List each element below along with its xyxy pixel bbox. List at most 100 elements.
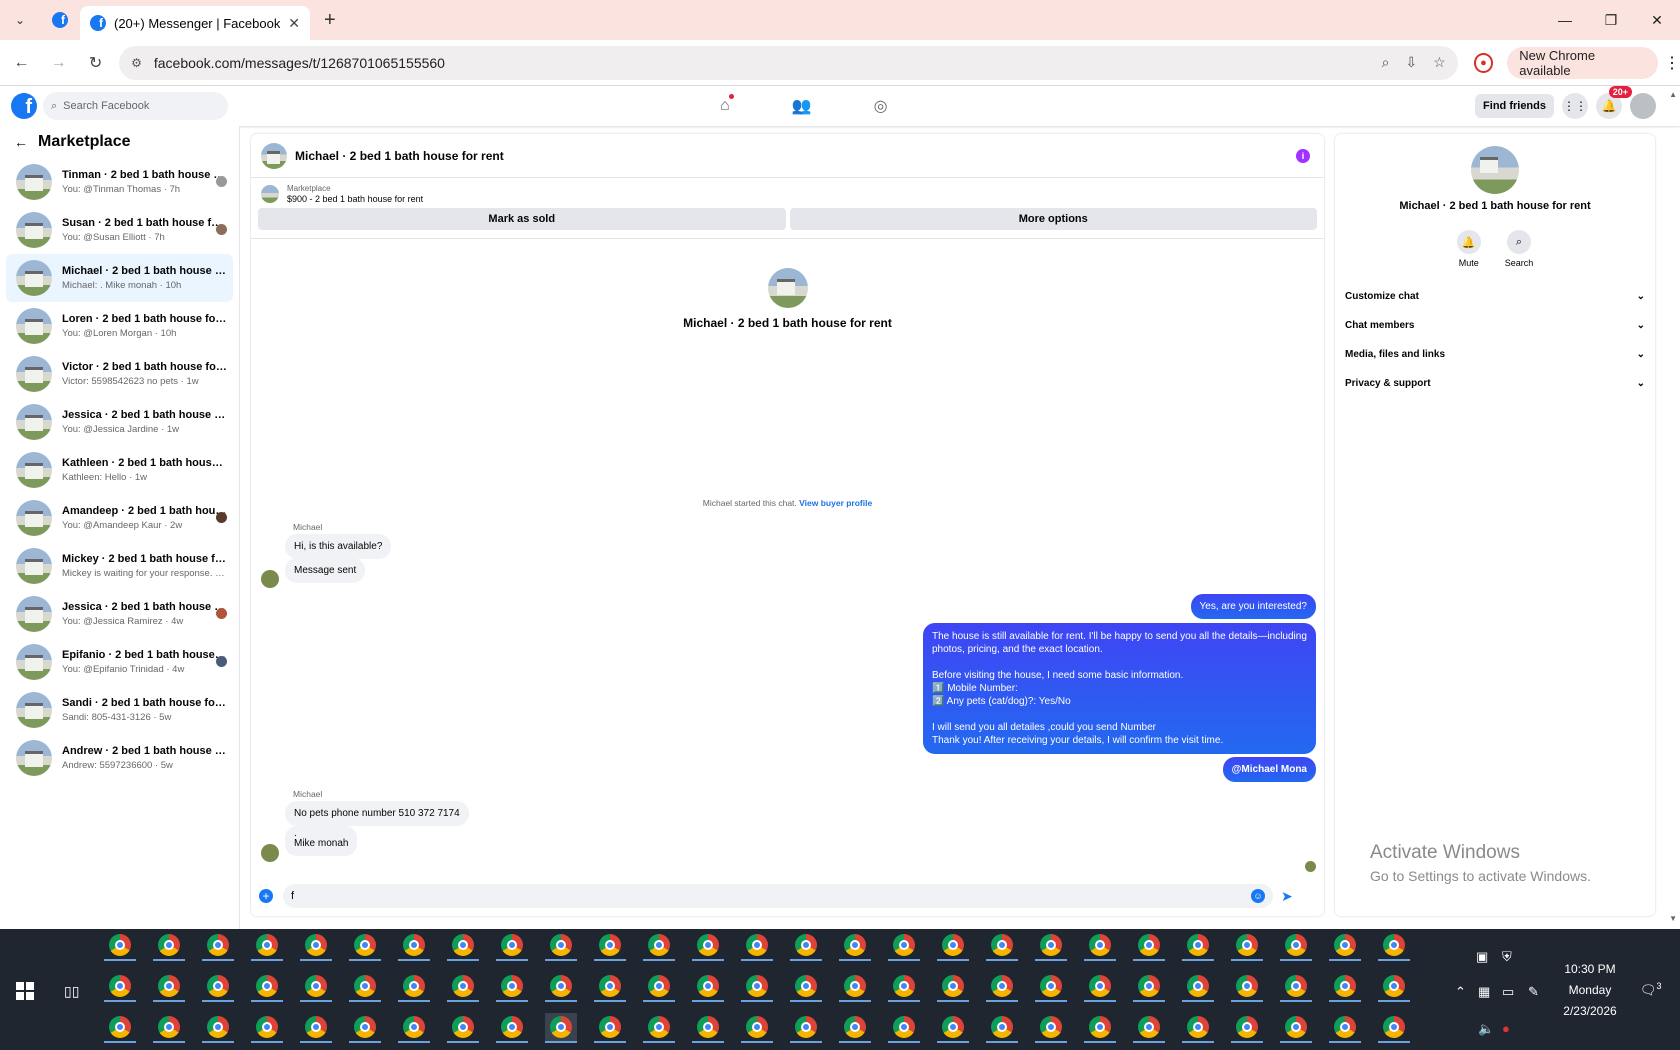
chrome-taskbar-icon[interactable] <box>202 1013 234 1043</box>
scroll-up-icon[interactable]: ▲ <box>1669 90 1677 99</box>
show-hidden-icons-icon[interactable]: ⌃ <box>1455 984 1466 1000</box>
chrome-taskbar-icon[interactable] <box>888 972 920 1002</box>
chrome-taskbar-icon[interactable] <box>300 1013 332 1043</box>
meet-now-icon[interactable]: ▣ <box>1476 949 1488 965</box>
chrome-taskbar-icon[interactable] <box>300 972 332 1002</box>
back-icon[interactable]: ← <box>6 54 37 72</box>
task-view-icon[interactable]: ▯▯ <box>64 983 79 1000</box>
chrome-taskbar-icon[interactable] <box>937 972 969 1002</box>
chrome-taskbar-icon[interactable] <box>643 1013 675 1043</box>
mute-button[interactable]: 🔔 Mute <box>1456 230 1481 268</box>
chrome-taskbar-icon[interactable] <box>447 1013 479 1043</box>
conversation-item[interactable]: Tinman · 2 bed 1 bath house for ... You: … <box>6 158 233 206</box>
find-friends-button[interactable]: Find friends <box>1475 94 1554 118</box>
chrome-menu-icon[interactable]: ⋮ <box>1664 53 1680 73</box>
chrome-taskbar-icon[interactable] <box>202 972 234 1002</box>
chrome-taskbar-icon[interactable] <box>202 931 234 961</box>
chrome-taskbar-icon[interactable] <box>104 1013 136 1043</box>
pen-icon[interactable]: ✎ <box>1528 984 1539 1000</box>
chrome-taskbar-icon[interactable] <box>888 1013 920 1043</box>
bookmark-star-icon[interactable]: ☆ <box>1433 54 1446 71</box>
notification-center-icon[interactable]: 🗨3 <box>1640 981 1662 998</box>
chrome-taskbar-icon[interactable] <box>1035 972 1067 1002</box>
forward-icon[interactable]: → <box>43 54 74 72</box>
chrome-taskbar-icon[interactable] <box>986 972 1018 1002</box>
profile-icon[interactable]: ● <box>1473 52 1494 73</box>
conversation-item[interactable]: Mickey · 2 bed 1 bath house for rent Mick… <box>6 542 233 590</box>
chrome-taskbar-icon[interactable] <box>104 972 136 1002</box>
close-tab-icon[interactable]: ✕ <box>288 15 300 32</box>
chrome-taskbar-icon[interactable] <box>251 972 283 1002</box>
chrome-taskbar-icon[interactable] <box>741 1013 773 1043</box>
conversation-item[interactable]: Andrew · 2 bed 1 bath house for re... And… <box>6 734 233 782</box>
tab-search-chevron-icon[interactable]: ⌄ <box>0 13 40 27</box>
chrome-taskbar-icon[interactable] <box>1329 1013 1361 1043</box>
chrome-taskbar-icon[interactable] <box>594 931 626 961</box>
chrome-taskbar-icon[interactable] <box>349 931 381 961</box>
chrome-taskbar-icon[interactable] <box>545 972 577 1002</box>
clock[interactable]: 10:30 PM Monday 2/23/2026 <box>1545 959 1635 1022</box>
chrome-taskbar-icon[interactable] <box>496 972 528 1002</box>
chrome-taskbar-icon[interactable] <box>839 931 871 961</box>
chrome-taskbar-icon[interactable] <box>153 1013 185 1043</box>
chrome-taskbar-icon[interactable] <box>300 931 332 961</box>
chat-thumbnail[interactable] <box>261 142 287 169</box>
conversation-item[interactable]: Jessica · 2 bed 1 bath house for r... You… <box>6 590 233 638</box>
chrome-taskbar-icon[interactable] <box>1329 931 1361 961</box>
chrome-taskbar-icon[interactable] <box>1231 1013 1263 1043</box>
chrome-taskbar-icon[interactable] <box>741 931 773 961</box>
chrome-taskbar-icon[interactable] <box>1084 1013 1116 1043</box>
close-window-icon[interactable]: ✕ <box>1634 0 1680 40</box>
chrome-taskbar-icon[interactable] <box>545 1013 577 1043</box>
chrome-taskbar-icon[interactable] <box>1182 931 1214 961</box>
volume-icon[interactable]: 🔈 <box>1478 1021 1494 1037</box>
tray-app-icon[interactable]: ▦ <box>1478 984 1490 1000</box>
message-input[interactable]: f ☺ <box>283 884 1273 908</box>
conversation-item[interactable]: Amandeep · 2 bed 1 bath house ... You: @A… <box>6 494 233 542</box>
chrome-taskbar-icon[interactable] <box>1035 931 1067 961</box>
home-icon[interactable]: ⌂ <box>720 94 734 115</box>
chrome-taskbar-icon[interactable] <box>447 972 479 1002</box>
chrome-taskbar-icon[interactable] <box>496 1013 528 1043</box>
chrome-taskbar-icon[interactable] <box>1280 931 1312 961</box>
chrome-taskbar-icon[interactable] <box>1231 972 1263 1002</box>
incoming-message[interactable]: Message sent <box>285 558 366 583</box>
chrome-taskbar-icon[interactable] <box>1133 1013 1165 1043</box>
more-options-button[interactable]: More options <box>789 208 1317 230</box>
windows-start-icon[interactable] <box>16 982 34 1000</box>
new-tab-icon[interactable]: + <box>324 9 336 32</box>
chrome-taskbar-icon[interactable] <box>545 931 577 961</box>
chrome-taskbar-icon[interactable] <box>1231 931 1263 961</box>
mark-as-sold-button[interactable]: Mark as sold <box>258 208 786 230</box>
privacy-support-section[interactable]: Privacy & support ⌄ <box>1335 369 1655 398</box>
friends-icon[interactable]: 👥 <box>792 96 812 116</box>
outgoing-mention[interactable]: @Michael Mona <box>1222 757 1316 782</box>
notifications-bell-icon[interactable]: 🔔 20+ <box>1596 86 1632 119</box>
conversation-item[interactable]: Sandi · 2 bed 1 bath house for rent Sandi… <box>6 686 233 734</box>
chrome-taskbar-icon[interactable] <box>1378 1013 1410 1043</box>
media-files-links-section[interactable]: Media, files and links ⌄ <box>1335 340 1655 369</box>
chrome-taskbar-icon[interactable] <box>839 1013 871 1043</box>
minimize-icon[interactable]: — <box>1542 0 1588 40</box>
conversation-item[interactable]: Susan · 2 bed 1 bath house for r... You: … <box>6 206 233 254</box>
chrome-taskbar-icon[interactable] <box>251 1013 283 1043</box>
chrome-taskbar-icon[interactable] <box>643 972 675 1002</box>
chrome-taskbar-icon[interactable] <box>692 931 724 961</box>
conversation-item[interactable]: Jessica · 2 bed 1 bath house for rent You… <box>6 398 233 446</box>
facebook-search-input[interactable]: ⌕ Search Facebook <box>43 92 228 120</box>
reload-icon[interactable]: ↻ <box>80 53 111 73</box>
facebook-logo-icon[interactable]: f <box>11 93 37 119</box>
search-button[interactable]: ⌕ Search <box>1505 230 1533 268</box>
active-tab[interactable]: f (20+) Messenger | Facebook ✕ <box>80 6 310 40</box>
conversation-item[interactable]: Epifanio · 2 bed 1 bath house for... You:… <box>6 638 233 686</box>
chrome-taskbar-icon[interactable] <box>741 972 773 1002</box>
plus-icon[interactable]: + <box>259 889 273 903</box>
conversation-item[interactable]: Victor · 2 bed 1 bath house for rent Vict… <box>6 350 233 398</box>
chrome-taskbar-icon[interactable] <box>1378 972 1410 1002</box>
sender-avatar[interactable] <box>261 570 279 588</box>
chrome-taskbar-icon[interactable] <box>986 931 1018 961</box>
chrome-taskbar-icon[interactable] <box>398 972 430 1002</box>
security-icon[interactable]: ⛨ <box>1502 949 1512 965</box>
view-buyer-profile-link[interactable]: View buyer profile <box>799 498 872 508</box>
network-icon[interactable]: ▭ <box>1502 984 1514 1000</box>
